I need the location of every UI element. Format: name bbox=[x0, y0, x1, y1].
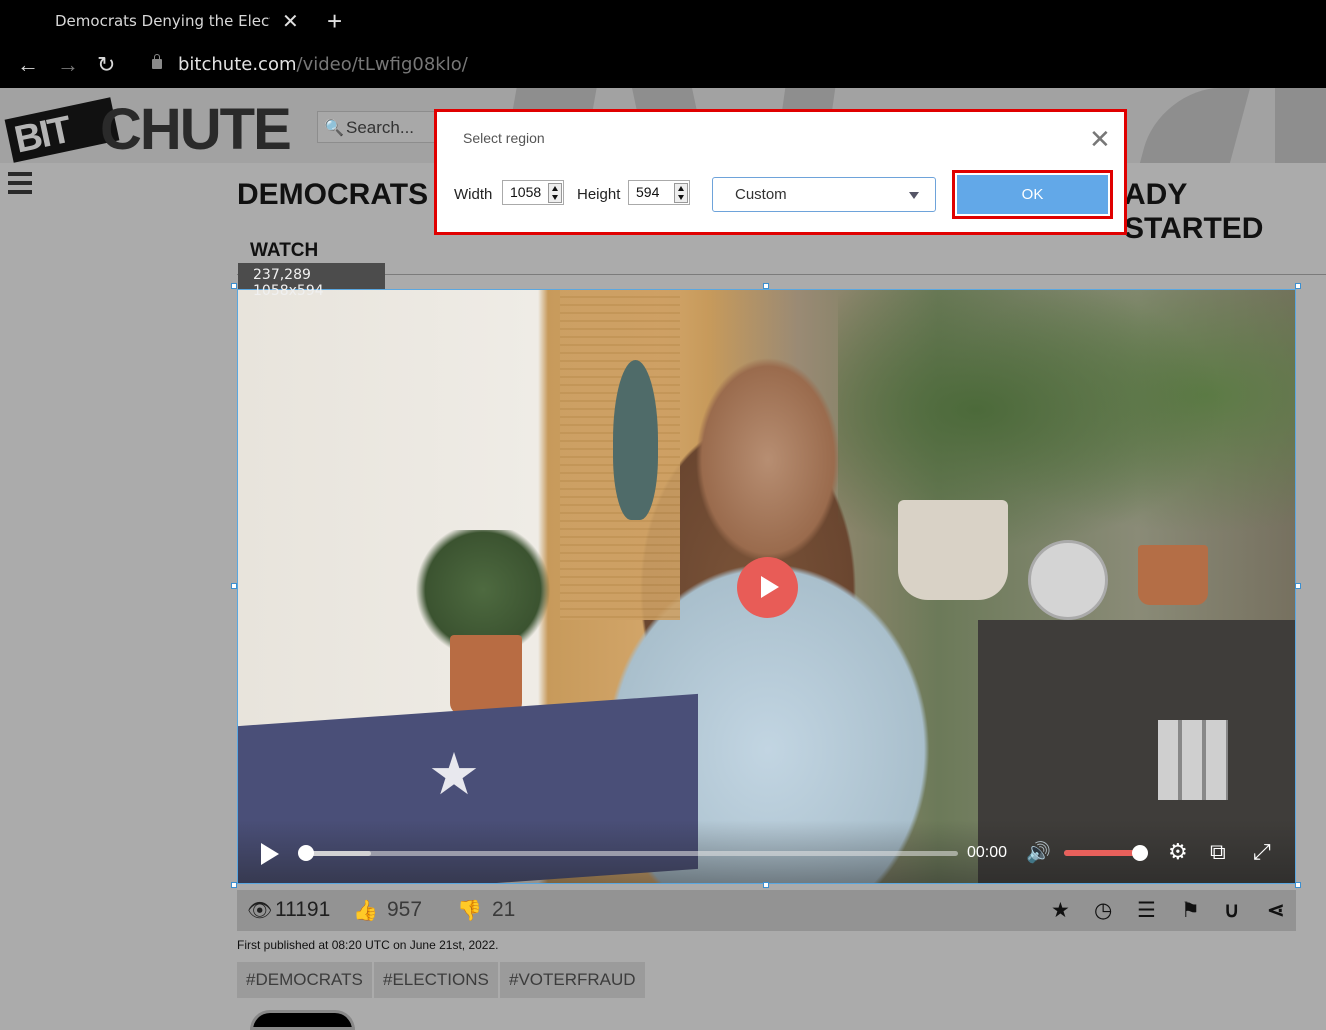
capture-coords-label: 237,289 1058x594 bbox=[238, 263, 385, 299]
search-placeholder: Search... bbox=[346, 118, 415, 137]
popout-icon[interactable]: ⧉ bbox=[1210, 839, 1226, 865]
tag-link[interactable]: #ELECTIONS bbox=[374, 962, 498, 998]
big-play-button[interactable] bbox=[737, 557, 798, 618]
forward-icon[interactable]: → bbox=[57, 52, 79, 78]
watch-heading: WATCH bbox=[250, 240, 319, 261]
height-label: Height bbox=[577, 186, 621, 203]
video-title-right: ADY STARTED bbox=[1124, 178, 1264, 245]
resize-handle[interactable] bbox=[763, 882, 769, 888]
resize-handle[interactable] bbox=[1295, 283, 1301, 289]
like-icon[interactable]: 👍 bbox=[353, 898, 378, 923]
favorite-icon[interactable]: ★ bbox=[1051, 898, 1070, 923]
flag-icon[interactable]: ⚑ bbox=[1181, 898, 1200, 923]
search-icon: 🔍 bbox=[324, 120, 344, 137]
tab-title[interactable]: Democrats Denying the Election bbox=[55, 12, 270, 30]
ok-highlight: OK bbox=[952, 170, 1113, 219]
plant-pot bbox=[450, 635, 522, 715]
resize-handle[interactable] bbox=[1295, 882, 1301, 888]
video-player[interactable]: ★ 00:00 🔊 ⚙ ⧉ ⤢ bbox=[237, 289, 1296, 884]
url-host: bitchute.com bbox=[178, 54, 297, 75]
volume-thumb[interactable] bbox=[1132, 845, 1148, 861]
select-region-dialog: Select region ✕ Width 1058 Height 594 Cu… bbox=[434, 109, 1127, 235]
channel-avatar[interactable] bbox=[250, 1010, 355, 1030]
resize-handle[interactable] bbox=[231, 283, 237, 289]
resize-handle[interactable] bbox=[763, 283, 769, 289]
menu-icon[interactable] bbox=[8, 172, 32, 194]
dislike-icon[interactable]: 👎 bbox=[457, 898, 482, 923]
dialog-title: Select region bbox=[463, 130, 545, 146]
video-title-left: DEMOCRATS bbox=[237, 178, 429, 211]
play-icon[interactable] bbox=[261, 843, 279, 865]
share-icon[interactable]: ⋖ bbox=[1267, 898, 1285, 923]
tab-close-icon[interactable]: ✕ bbox=[282, 9, 299, 34]
height-stepper[interactable] bbox=[674, 183, 688, 203]
plant bbox=[408, 530, 558, 650]
video-stats-bar: 👁 11191 👍 957 👎 21 ★ ◷ ☰ ⚑ ∪ ⋖ bbox=[237, 890, 1296, 931]
preset-value: Custom bbox=[735, 186, 787, 203]
view-count: 11191 bbox=[275, 898, 331, 921]
reload-icon[interactable]: ↻ bbox=[97, 52, 115, 78]
close-icon[interactable]: ✕ bbox=[1089, 124, 1111, 155]
tag-link[interactable]: #DEMOCRATS bbox=[237, 962, 372, 998]
address-bar[interactable]: bitchute.com/video/tLwfig08klo/ bbox=[178, 54, 468, 75]
watch-later-icon[interactable]: ◷ bbox=[1094, 898, 1112, 923]
resize-handle[interactable] bbox=[1295, 583, 1301, 589]
chevron-down-icon bbox=[909, 192, 919, 199]
url-path: /video/tLwfig08klo/ bbox=[296, 54, 468, 75]
dislike-count: 21 bbox=[492, 898, 516, 921]
magnet-icon[interactable]: ∪ bbox=[1224, 898, 1239, 923]
cans bbox=[1158, 720, 1228, 800]
plant-pot bbox=[1138, 545, 1208, 605]
seek-buffered bbox=[306, 851, 372, 856]
volume-icon[interactable]: 🔊 bbox=[1026, 840, 1051, 865]
peacock-art bbox=[613, 360, 658, 520]
seek-bar[interactable] bbox=[306, 851, 958, 856]
published-date: First published at 08:20 UTC on June 21s… bbox=[237, 938, 499, 952]
preset-select[interactable]: Custom bbox=[712, 177, 936, 212]
like-count: 957 bbox=[387, 898, 423, 921]
new-tab-icon[interactable]: + bbox=[327, 6, 342, 37]
volume-level bbox=[1064, 850, 1140, 856]
search-input[interactable]: 🔍 Search... bbox=[317, 111, 437, 143]
plant-pot bbox=[898, 500, 1008, 600]
logo-chute[interactable]: CHUTE bbox=[100, 96, 292, 163]
fullscreen-icon[interactable]: ⤢ bbox=[1253, 839, 1271, 865]
flag-star: ★ bbox=[428, 742, 480, 807]
width-label: Width bbox=[454, 186, 493, 203]
tag-link[interactable]: #VOTERFRAUD bbox=[500, 962, 645, 998]
decor-plate bbox=[1028, 540, 1108, 620]
resize-handle[interactable] bbox=[231, 583, 237, 589]
ok-button[interactable]: OK bbox=[957, 175, 1108, 214]
seek-thumb[interactable] bbox=[298, 845, 314, 861]
views-icon: 👁 bbox=[247, 900, 273, 922]
time-display: 00:00 bbox=[967, 844, 1008, 861]
divider bbox=[237, 274, 1326, 275]
resize-handle[interactable] bbox=[231, 882, 237, 888]
tab-bar: Democrats Denying the Election ✕ + bbox=[0, 0, 1326, 42]
settings-icon[interactable]: ⚙ bbox=[1168, 839, 1188, 865]
playlist-icon[interactable]: ☰ bbox=[1137, 898, 1156, 923]
lock-icon bbox=[152, 54, 162, 69]
width-stepper[interactable] bbox=[548, 183, 562, 203]
back-icon[interactable]: ← bbox=[17, 52, 39, 78]
